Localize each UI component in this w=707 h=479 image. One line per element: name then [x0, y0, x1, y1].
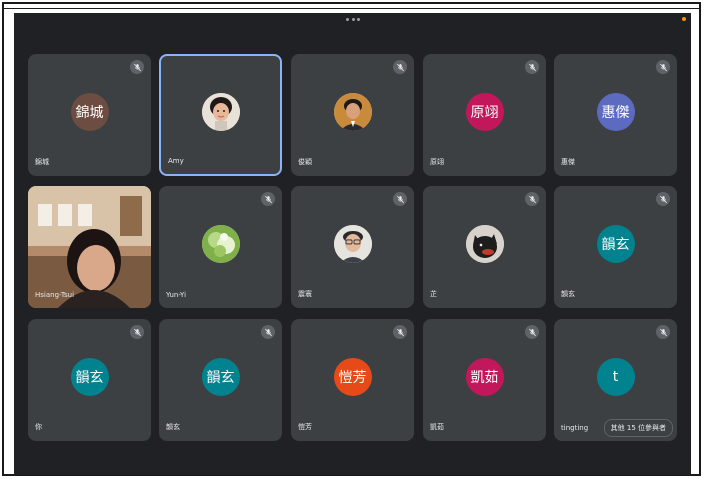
participant-photo-icon: [465, 224, 504, 263]
participant-avatar: 韻玄: [70, 357, 109, 396]
participant-name: 震寰: [298, 290, 312, 298]
mic-muted-icon: [130, 325, 144, 339]
participant-tile[interactable]: 錦城 錦城: [28, 54, 151, 176]
mic-muted-icon: [261, 325, 275, 339]
participant-tile[interactable]: Amy: [159, 54, 282, 176]
participant-name: 惠傑: [561, 158, 575, 166]
participant-name: 你: [35, 423, 42, 431]
participant-name: 愷芳: [298, 423, 312, 431]
participant-name: 俊穎: [298, 158, 312, 166]
mic-muted-icon: [393, 325, 407, 339]
participant-name: 韻玄: [166, 423, 180, 431]
participant-avatar: 韻玄: [596, 224, 635, 263]
participant-tile[interactable]: 凱茹 凱茹: [423, 319, 546, 441]
participant-tile[interactable]: 原翊 原翊: [423, 54, 546, 176]
participant-avatar: 原翊: [465, 92, 504, 131]
participant-photo-icon: [333, 92, 372, 131]
mic-muted-icon: [261, 192, 275, 206]
participant-name: Hsiang-Tsui: [35, 291, 75, 299]
participant-tile[interactable]: t tingting 其他 15 位參與者: [554, 319, 677, 441]
participant-tile[interactable]: 俊穎: [291, 54, 414, 176]
participant-name: 原翊: [430, 158, 444, 166]
participant-avatar: 愷芳: [333, 357, 372, 396]
participant-name: 凱茹: [430, 423, 444, 431]
participant-tile[interactable]: 震寰: [291, 186, 414, 308]
participant-tile[interactable]: 韻玄你: [28, 319, 151, 441]
mic-muted-icon: [656, 60, 670, 74]
mic-muted-icon: [525, 192, 539, 206]
more-options-icon[interactable]: [346, 17, 360, 21]
mic-muted-icon: [656, 325, 670, 339]
participant-name: Yun-Yi: [166, 291, 187, 299]
meeting-screen: 錦城 錦城 Amy 俊穎 原翊 原翊 惠傑 惠傑 Hsiang-Tsui Yun-Yi 震寰芷韻玄韻…: [14, 13, 691, 475]
participant-photo-icon: [201, 92, 240, 131]
screenshot-frame: 錦城 錦城 Amy 俊穎 原翊 原翊 惠傑 惠傑 Hsiang-Tsui Yun-Yi 震寰芷韻玄韻…: [2, 2, 701, 476]
participant-tile[interactable]: 惠傑 惠傑: [554, 54, 677, 176]
participant-photo-icon: [333, 224, 372, 263]
mic-muted-icon: [130, 60, 144, 74]
top-divider: [4, 8, 699, 9]
participant-avatar: 韻玄: [201, 357, 240, 396]
mic-muted-icon: [393, 192, 407, 206]
participant-tile[interactable]: 芷: [423, 186, 546, 308]
mic-muted-icon: [525, 60, 539, 74]
participant-tile[interactable]: Hsiang-Tsui: [28, 186, 151, 308]
participant-tile[interactable]: 愷芳 愷芳: [291, 319, 414, 441]
mic-muted-icon: [656, 192, 670, 206]
participant-tile[interactable]: Yun-Yi: [159, 186, 282, 308]
participant-tile[interactable]: 韻玄 韻玄: [554, 186, 677, 308]
participant-name: 芷: [430, 290, 437, 298]
participant-video: [28, 186, 151, 308]
mic-muted-icon: [525, 325, 539, 339]
participant-avatar: 錦城: [70, 92, 109, 131]
participant-name: Amy: [168, 157, 184, 165]
participant-avatar: 惠傑: [596, 92, 635, 131]
participant-avatar: t: [596, 357, 635, 396]
participant-name: 韻玄: [561, 290, 575, 298]
participant-name: 錦城: [35, 158, 49, 166]
participant-photo-icon: [201, 224, 240, 263]
mic-muted-icon: [393, 60, 407, 74]
participant-tile[interactable]: 韻玄 韻玄: [159, 319, 282, 441]
participant-name: tingting: [561, 424, 589, 432]
participant-avatar: 凱茹: [465, 357, 504, 396]
more-participants-button[interactable]: 其他 15 位參與者: [603, 419, 673, 437]
status-indicator-icon: [682, 17, 686, 21]
